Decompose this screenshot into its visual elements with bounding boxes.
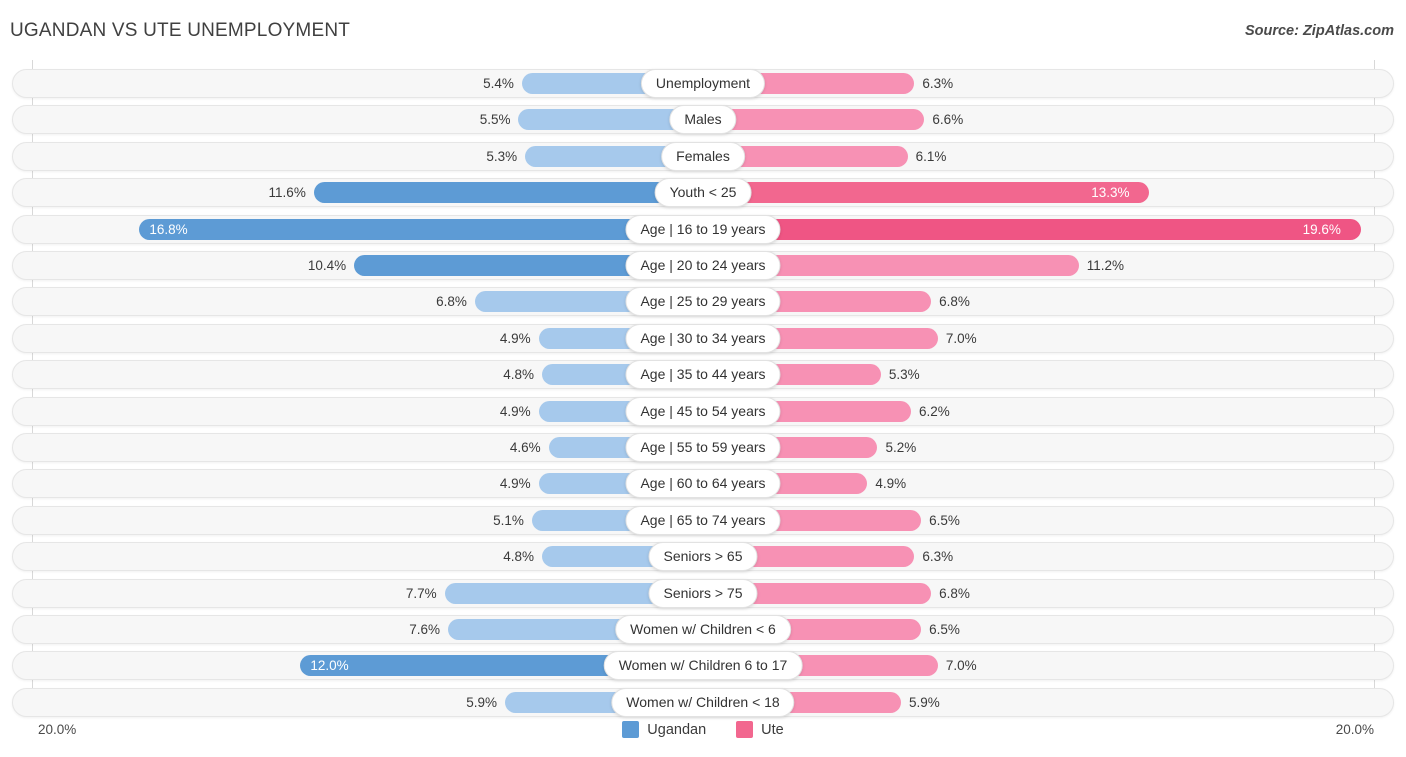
chart-row[interactable]: 7.6% 6.5% Women w/ Children < 6 [12, 615, 1394, 644]
category-label-pill[interactable]: Males [669, 105, 737, 135]
bar-ugandan[interactable] [313, 182, 703, 204]
page-title: UGANDAN VS UTE UNEMPLOYMENT [10, 20, 351, 41]
legend-label: Ugandan [647, 721, 707, 738]
category-label-pill[interactable]: Age | 45 to 54 years [625, 396, 781, 426]
value-label-ugandan: 10.4% [307, 258, 347, 273]
legend-ugandan[interactable]: Ugandan [622, 721, 706, 738]
chart-row[interactable]: 12.0% 7.0% Women w/ Children 6 to 17 [12, 651, 1394, 681]
value-label-ugandan: 7.6% [409, 622, 441, 637]
category-label-pill[interactable]: Seniors > 65 [648, 542, 758, 572]
value-label-ute: 6.8% [939, 294, 970, 310]
value-label-ute: 6.2% [919, 403, 950, 419]
category-label-pill[interactable]: Unemployment [640, 69, 766, 98]
chart-row[interactable]: 4.9% 4.9% Age | 60 to 64 years [12, 469, 1394, 499]
chart-row[interactable]: 4.6% 5.2% Age | 55 to 59 years [12, 433, 1394, 462]
category-label-pill[interactable]: Women w/ Children < 18 [611, 687, 795, 717]
legend-ute[interactable]: Ute [736, 721, 784, 738]
category-label-pill[interactable]: Females [661, 141, 745, 171]
chart-row[interactable]: 16.8% 19.6% Age | 16 to 19 years [12, 214, 1394, 244]
value-label-ugandan: 4.9% [499, 330, 531, 346]
legend-swatch-icon [736, 721, 754, 738]
category-label-pill[interactable]: Age | 35 to 44 years [625, 360, 781, 390]
value-label-ugandan: 6.8% [436, 294, 467, 310]
category-label-pill[interactable]: Age | 20 to 24 years [625, 251, 781, 280]
value-label-ugandan: 5.9% [466, 694, 498, 710]
category-label-pill[interactable]: Women w/ Children 6 to 17 [603, 651, 803, 681]
value-label-ugandan: 11.6% [268, 185, 306, 201]
chart-row[interactable]: 5.3% 6.1% Females [12, 141, 1394, 171]
legend-label: Ute [761, 721, 784, 738]
chart-row[interactable]: 4.8% 6.3% Seniors > 65 [12, 542, 1394, 572]
value-label-ute: 5.2% [885, 440, 917, 455]
value-label-ugandan: 4.9% [499, 403, 531, 419]
value-label-ugandan: 4.9% [499, 476, 531, 492]
chart-row[interactable]: 4.9% 7.0% Age | 30 to 34 years [12, 323, 1394, 353]
value-label-ute: 6.1% [915, 148, 947, 164]
value-label-ute: 6.3% [922, 549, 954, 565]
category-label-pill[interactable]: Youth < 25 [654, 178, 752, 208]
value-label-ugandan: 5.1% [493, 512, 524, 528]
chart-row[interactable]: 4.9% 6.2% Age | 45 to 54 years [12, 396, 1394, 426]
value-label-ugandan: 16.8% [149, 221, 188, 237]
chart-row[interactable]: 10.4% 11.2% Age | 20 to 24 years [12, 251, 1394, 280]
value-label-ugandan: 4.8% [503, 549, 534, 565]
value-label-ugandan: 5.3% [486, 148, 518, 164]
value-label-ugandan: 5.5% [479, 112, 511, 128]
value-label-ute: 7.0% [945, 658, 977, 674]
category-label-pill[interactable]: Women w/ Children < 6 [615, 615, 791, 644]
value-label-ugandan: 4.6% [509, 440, 541, 455]
bar-ugandan[interactable] [139, 218, 703, 240]
value-label-ute: 19.6% [1302, 221, 1341, 237]
value-label-ute: 6.3% [922, 76, 954, 91]
bar-ute[interactable] [703, 218, 1361, 240]
category-label-pill[interactable]: Age | 30 to 34 years [625, 323, 781, 353]
chart-row[interactable]: 4.8% 5.3% Age | 35 to 44 years [12, 360, 1394, 390]
value-label-ute: 4.9% [875, 476, 907, 492]
value-label-ute: 11.2% [1086, 258, 1125, 273]
chart-row[interactable]: 5.5% 6.6% Males [12, 105, 1394, 135]
value-label-ute: 5.3% [888, 367, 920, 383]
value-label-ugandan: 5.4% [483, 76, 514, 91]
source-attribution: Source: ZipAtlas.com [1244, 23, 1394, 39]
value-label-ute: 6.8% [939, 585, 970, 601]
value-label-ute: 6.5% [929, 622, 960, 637]
bar-ute[interactable] [703, 182, 1150, 204]
value-label-ute: 5.9% [908, 694, 940, 710]
value-label-ugandan: 4.8% [503, 367, 534, 383]
category-label-pill[interactable]: Age | 65 to 74 years [625, 505, 781, 535]
value-label-ugandan: 7.7% [405, 585, 437, 601]
value-label-ugandan: 12.0% [310, 658, 349, 674]
value-label-ute: 13.3% [1091, 185, 1130, 201]
chart-row[interactable]: 11.6% 13.3% Youth < 25 [12, 178, 1394, 208]
value-label-ute: 6.5% [929, 512, 960, 528]
legend-swatch-icon [622, 721, 640, 738]
chart-row[interactable]: 5.1% 6.5% Age | 65 to 74 years [12, 505, 1394, 535]
chart-row[interactable]: 5.4% 6.3% Unemployment [12, 69, 1394, 98]
category-label-pill[interactable]: Age | 55 to 59 years [625, 433, 781, 462]
chart-row[interactable]: 6.8% 6.8% Age | 25 to 29 years [12, 287, 1394, 317]
value-label-ute: 7.0% [945, 330, 977, 346]
value-label-ute: 6.6% [932, 112, 964, 128]
category-label-pill[interactable]: Age | 60 to 64 years [625, 469, 781, 499]
chart-legend: Ugandan Ute [0, 721, 1406, 738]
category-label-pill[interactable]: Age | 25 to 29 years [625, 287, 781, 317]
chart-row[interactable]: 5.9% 5.9% Women w/ Children < 18 [12, 687, 1394, 717]
category-label-pill[interactable]: Seniors > 75 [648, 578, 758, 608]
chart-row[interactable]: 7.7% 6.8% Seniors > 75 [12, 578, 1394, 608]
diverging-bar-chart: 5.4% 6.3% Unemployment 5.5% 6.6% Males 5.3% 6.1… [0, 60, 1406, 717]
category-label-pill[interactable]: Age | 16 to 19 years [625, 214, 781, 244]
